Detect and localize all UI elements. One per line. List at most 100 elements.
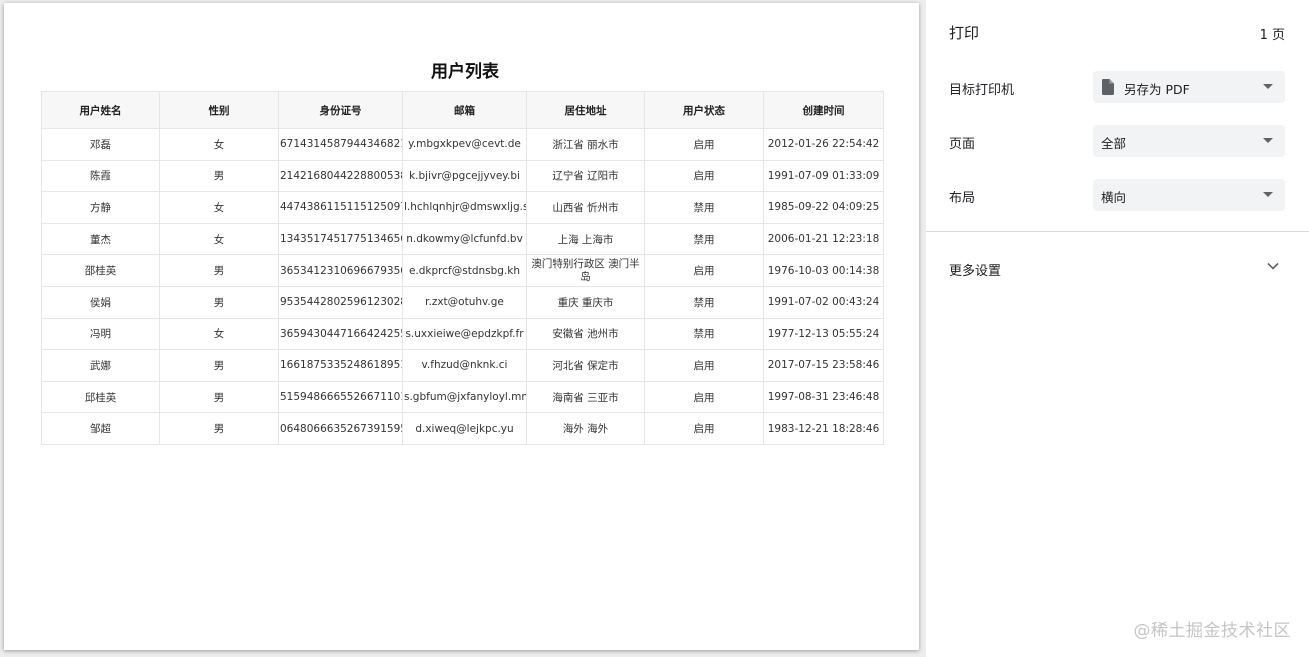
divider [926,231,1309,232]
cell-address: 上海 上海市 [526,222,645,256]
cell-name: 邵桂英 [41,254,160,287]
cell-gender: 男 [159,380,279,414]
cell-email: s.gbfum@jxfanyloyl.mm [402,380,527,414]
cell-address: 重庆 重庆市 [526,285,645,319]
cell-gender: 男 [159,159,279,193]
cell-email: k.bjivr@pgcejjyvey.bi [402,159,527,193]
table-row: 邵桂英 男 36534123106966793569 e.dkprcf@stdn… [41,254,884,287]
cell-name: 武娜 [41,349,160,382]
cell-status: 启用 [644,254,764,287]
table-header-row: 用户姓名 性别 身份证号 邮箱 居住地址 用户状态 创建时间 [41,91,884,129]
cell-created: 1991-07-09 01:33:09 [763,159,884,193]
cell-created: 2006-01-21 12:23:18 [763,222,884,256]
pages-value: 全部 [1101,136,1127,151]
cell-name: 邱桂英 [41,380,160,414]
print-preview[interactable]: 用户列表 用户姓名 性别 身份证号 邮箱 居住地址 用户状态 创建时间 邓磊 女… [0,0,926,657]
cell-name: 侯娟 [41,285,160,319]
pages-label: 页面 [949,137,976,152]
table-row: 武娜 男 16618753352486189517 v.fhzud@nknk.c… [41,349,884,382]
cell-created: 1997-08-31 23:46:48 [763,380,884,414]
cell-status: 启用 [644,349,764,382]
cell-name: 冯明 [41,317,160,351]
cell-gender: 女 [159,317,279,351]
column-header-gender: 性别 [159,91,279,129]
table-row: 邹超 男 06480666352673915956 d.xiweq@lejkpc… [41,412,884,445]
cell-address: 河北省 保定市 [526,349,645,382]
destination-value: 另存为 PDF [1124,82,1190,97]
print-dialog: 用户列表 用户姓名 性别 身份证号 邮箱 居住地址 用户状态 创建时间 邓磊 女… [0,0,1309,657]
cell-address: 海外 海外 [526,412,645,445]
cell-status: 禁用 [644,191,764,224]
column-header-created: 创建时间 [763,91,884,129]
destination-select[interactable]: 另存为 PDF [1093,71,1285,103]
cell-status: 启用 [644,412,764,445]
cell-address: 浙江省 丽水市 [526,128,645,161]
cell-created: 1991-07-02 00:43:24 [763,285,884,319]
column-header-email: 邮箱 [402,91,527,129]
cell-status: 启用 [644,128,764,161]
cell-id-number: 13435174517751346568 [278,222,403,256]
column-header-status: 用户状态 [644,91,764,129]
cell-address: 山西省 忻州市 [526,191,645,224]
cell-name: 董杰 [41,222,160,256]
cell-status: 启用 [644,380,764,414]
cell-gender: 女 [159,222,279,256]
table-row: 方静 女 44743861151151250978 l.hchlqnhjr@dm… [41,191,884,224]
cell-email: v.fhzud@nknk.ci [402,349,527,382]
cell-email: s.uxxieiwe@epdzkpf.fr [402,317,527,351]
print-settings-panel: 打印 1 页 目标打印机 另存为 PDF 页面 全部 布局 横向 更多设置 @稀… [926,0,1309,657]
cell-created: 1977-12-13 05:55:24 [763,317,884,351]
cell-id-number: 06480666352673915956 [278,412,403,445]
cell-address: 澳门特别行政区 澳门半岛 [526,254,645,287]
layout-select[interactable]: 横向 [1093,179,1285,211]
user-table: 用户姓名 性别 身份证号 邮箱 居住地址 用户状态 创建时间 邓磊 女 6714… [41,91,884,445]
more-settings-toggle[interactable]: 更多设置 [926,248,1309,288]
table-row: 陈霞 男 21421680442288005388 k.bjivr@pgcejj… [41,159,884,193]
cell-id-number: 51594866655266711015 [278,380,403,414]
cell-status: 禁用 [644,222,764,256]
cell-gender: 男 [159,412,279,445]
table-row: 侯娟 男 95354428025961230282 r.zxt@otuhv.ge… [41,285,884,319]
cell-created: 1976-10-03 00:14:38 [763,254,884,287]
cell-name: 邹超 [41,412,160,445]
layout-label: 布局 [949,191,976,206]
cell-address: 辽宁省 辽阳市 [526,159,645,193]
cell-id-number: 44743861151151250978 [278,191,403,224]
cell-id-number: 67143145879443468210 [278,128,403,161]
cell-name: 陈霞 [41,159,160,193]
cell-gender: 女 [159,128,279,161]
cell-email: r.zxt@otuhv.ge [402,285,527,319]
cell-email: d.xiweq@lejkpc.yu [402,412,527,445]
cell-id-number: 36534123106966793569 [278,254,403,287]
cell-email: n.dkowmy@lcfunfd.bv [402,222,527,256]
cell-id-number: 36594304471664242558 [278,317,403,351]
column-header-name: 用户姓名 [41,91,160,129]
cell-email: e.dkprcf@stdnsbg.kh [402,254,527,287]
panel-header: 打印 1 页 [926,0,1309,60]
table-row: 冯明 女 36594304471664242558 s.uxxieiwe@epd… [41,317,884,351]
dropdown-arrow-icon [1263,138,1273,143]
table-row: 邱桂英 男 51594866655266711015 s.gbfum@jxfan… [41,380,884,414]
cell-id-number: 21421680442288005388 [278,159,403,193]
watermark: @稀土掘金技术社区 [1133,621,1291,641]
cell-created: 1985-09-22 04:09:25 [763,191,884,224]
cell-email: l.hchlqnhjr@dmswxljg.su [402,191,527,224]
document-title: 用户列表 [431,62,499,82]
pages-select[interactable]: 全部 [1093,125,1285,157]
cell-created: 1983-12-21 18:28:46 [763,412,884,445]
cell-address: 海南省 三亚市 [526,380,645,414]
cell-name: 方静 [41,191,160,224]
cell-name: 邓磊 [41,128,160,161]
dropdown-arrow-icon [1263,84,1273,89]
column-header-address: 居住地址 [526,91,645,129]
cell-gender: 男 [159,285,279,319]
cell-id-number: 95354428025961230282 [278,285,403,319]
document-icon [1102,79,1114,95]
cell-status: 禁用 [644,317,764,351]
cell-gender: 男 [159,349,279,382]
cell-created: 2017-07-15 23:58:46 [763,349,884,382]
table-row: 董杰 女 13435174517751346568 n.dkowmy@lcfun… [41,222,884,256]
cell-status: 启用 [644,159,764,193]
table-row: 邓磊 女 67143145879443468210 y.mbgxkpev@cev… [41,128,884,161]
page-count: 1 页 [1259,28,1285,43]
